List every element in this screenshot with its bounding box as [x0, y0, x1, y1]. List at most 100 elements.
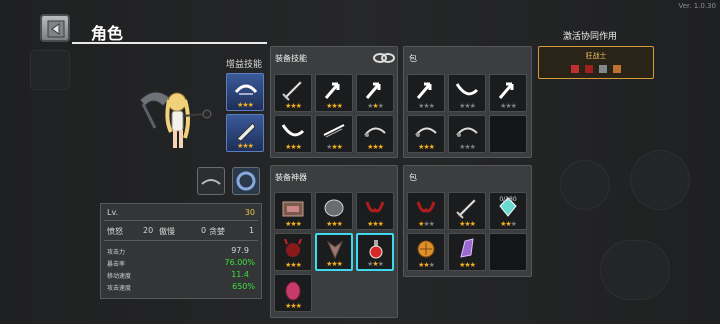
artifact-slot[interactable]: ★★★ [356, 192, 394, 230]
arrow-icon [498, 82, 514, 99]
artifact-slot[interactable]: ★★★ [274, 274, 312, 312]
star-rating: ★★★ [459, 261, 476, 269]
star-rating: ★★★ [367, 102, 384, 110]
stat-wrath-label: 愤怒 [107, 227, 123, 236]
background-deco [30, 50, 70, 90]
coin-icon [417, 240, 435, 258]
title-underline [72, 42, 267, 44]
artifact-slot[interactable]: ★★★ [356, 233, 394, 271]
arrow-icon [416, 82, 432, 99]
bag-artifact-slot[interactable]: ★★★ [407, 192, 445, 230]
arrow-icon [365, 82, 381, 99]
bag-skill-slot[interactable] [489, 115, 527, 153]
stats-panel: Lv. 30 愤怒 20 傲慢 0 贪婪 1 攻击力 97.9 暴击率 76.0… [100, 203, 262, 299]
character-sprite [139, 91, 212, 148]
bag-artifact-slot[interactable] [489, 233, 527, 271]
star-rating: ★★★ [418, 102, 435, 110]
bag-skill-slot[interactable]: ★★★ [448, 115, 486, 153]
star-rating: ★★★ [418, 261, 435, 269]
equip-skill-slot[interactable]: ★★★ [356, 115, 394, 153]
synergy-card[interactable]: 狂战士 [538, 46, 654, 79]
artifacts-label: 装备神器 [275, 173, 307, 182]
stone-icon [324, 199, 344, 217]
equip-skill-slot[interactable]: ★★★ [274, 115, 312, 153]
slash-icon [323, 124, 345, 138]
star-rating: ★★★ [418, 220, 435, 228]
equip-skills-label: 装备技能 [275, 54, 307, 63]
stat-crit-value: 76.00% [224, 258, 255, 267]
background-deco [560, 160, 610, 210]
gain-skill-slot[interactable]: ★★★ [226, 114, 264, 152]
dagger-icon [282, 80, 303, 101]
star-rating: ★★★ [237, 101, 254, 109]
horns-icon [365, 201, 385, 213]
ring-item-button[interactable] [232, 167, 260, 195]
bag-skill-slot[interactable]: ★★★ [489, 74, 527, 112]
artifact-slot[interactable]: ★★★ [315, 233, 353, 271]
whip-icon [456, 127, 478, 137]
equip-skill-slot[interactable]: ★★★ [356, 74, 394, 112]
star-rating: ★★★ [237, 142, 254, 150]
level-value: 30 [244, 208, 255, 217]
stat-attack-label: 攻击力 [107, 249, 126, 256]
scimitar-icon [281, 124, 305, 137]
equip-skill-slot[interactable]: ★★★ [315, 74, 353, 112]
star-rating: ★★★ [326, 102, 343, 110]
star-rating: ★★★ [326, 260, 343, 268]
whip-item-button[interactable] [197, 167, 225, 195]
back-arrow-icon [47, 20, 65, 38]
stat-atkspeed-label: 攻击速度 [107, 285, 132, 292]
star-rating: ★★★ [500, 102, 517, 110]
star-rating: ★★★ [367, 260, 384, 268]
bag-skills-label: 包 [409, 54, 417, 63]
gain-skill-slot[interactable]: ★★★ [226, 73, 264, 111]
stat-crit-label: 暴击率 [107, 261, 126, 268]
stat-greed-label: 贪婪 [209, 227, 225, 236]
whip-icon [364, 127, 386, 137]
egg-icon [285, 281, 301, 301]
scimitar-icon [455, 83, 479, 96]
whirl-icon [234, 84, 258, 95]
stat-move-value: 11.4 [231, 270, 249, 279]
stat-atkspeed-value: 650% [232, 282, 255, 291]
whip-icon [201, 179, 221, 185]
ring-icon [236, 171, 256, 191]
artifact-slot[interactable]: ★★★ [274, 233, 312, 271]
star-rating: ★★★ [418, 143, 435, 151]
stat-move-label: 移动速度 [107, 273, 132, 280]
link-chain-icon[interactable] [372, 51, 396, 65]
demon-icon [284, 238, 302, 257]
star-rating: ★★★ [285, 143, 302, 151]
equip-skill-slot[interactable]: ★★★ [274, 74, 312, 112]
back-button[interactable] [40, 14, 70, 42]
stat-pride-value: 0 [201, 226, 207, 235]
artifact-slot[interactable]: ★★★ [315, 192, 353, 230]
bag-artifact-slot[interactable]: ★★★ [407, 233, 445, 271]
whip-icon [415, 127, 437, 137]
bag-artifact-slot[interactable]: ★★★ [448, 233, 486, 271]
crystal-icon [460, 238, 474, 258]
star-rating: ★★★ [326, 143, 343, 151]
arrow-icon [324, 82, 340, 99]
bag-artifact-slot[interactable]: 0/180 ★★★ [489, 192, 527, 230]
stat-attack-value: 97.9 [231, 246, 249, 255]
star-rating: ★★★ [285, 261, 302, 269]
star-rating: ★★★ [285, 220, 302, 228]
bag-skill-slot[interactable]: ★★★ [407, 115, 445, 153]
stat-wrath-value: 20 [143, 226, 154, 235]
stat-greed-value: 1 [249, 226, 255, 235]
dagger-icon [456, 198, 477, 219]
star-rating: ★★★ [285, 102, 302, 110]
synergy-icons [571, 65, 621, 73]
bag-artifact-slot[interactable]: ★★★ [448, 192, 486, 230]
artifact-slot[interactable]: ★★★ [274, 192, 312, 230]
star-rating: ★★★ [500, 220, 517, 228]
star-rating: ★★★ [459, 143, 476, 151]
blade-icon [236, 122, 256, 142]
slot-count: 0/180 [499, 196, 517, 203]
bag-skill-slot[interactable]: ★★★ [407, 74, 445, 112]
bag-skill-slot[interactable]: ★★★ [448, 74, 486, 112]
synergy-name: 狂战士 [585, 52, 607, 60]
version-label: Ver. 1.0.30 [678, 2, 716, 10]
equip-skill-slot[interactable]: ★★★ [315, 115, 353, 153]
